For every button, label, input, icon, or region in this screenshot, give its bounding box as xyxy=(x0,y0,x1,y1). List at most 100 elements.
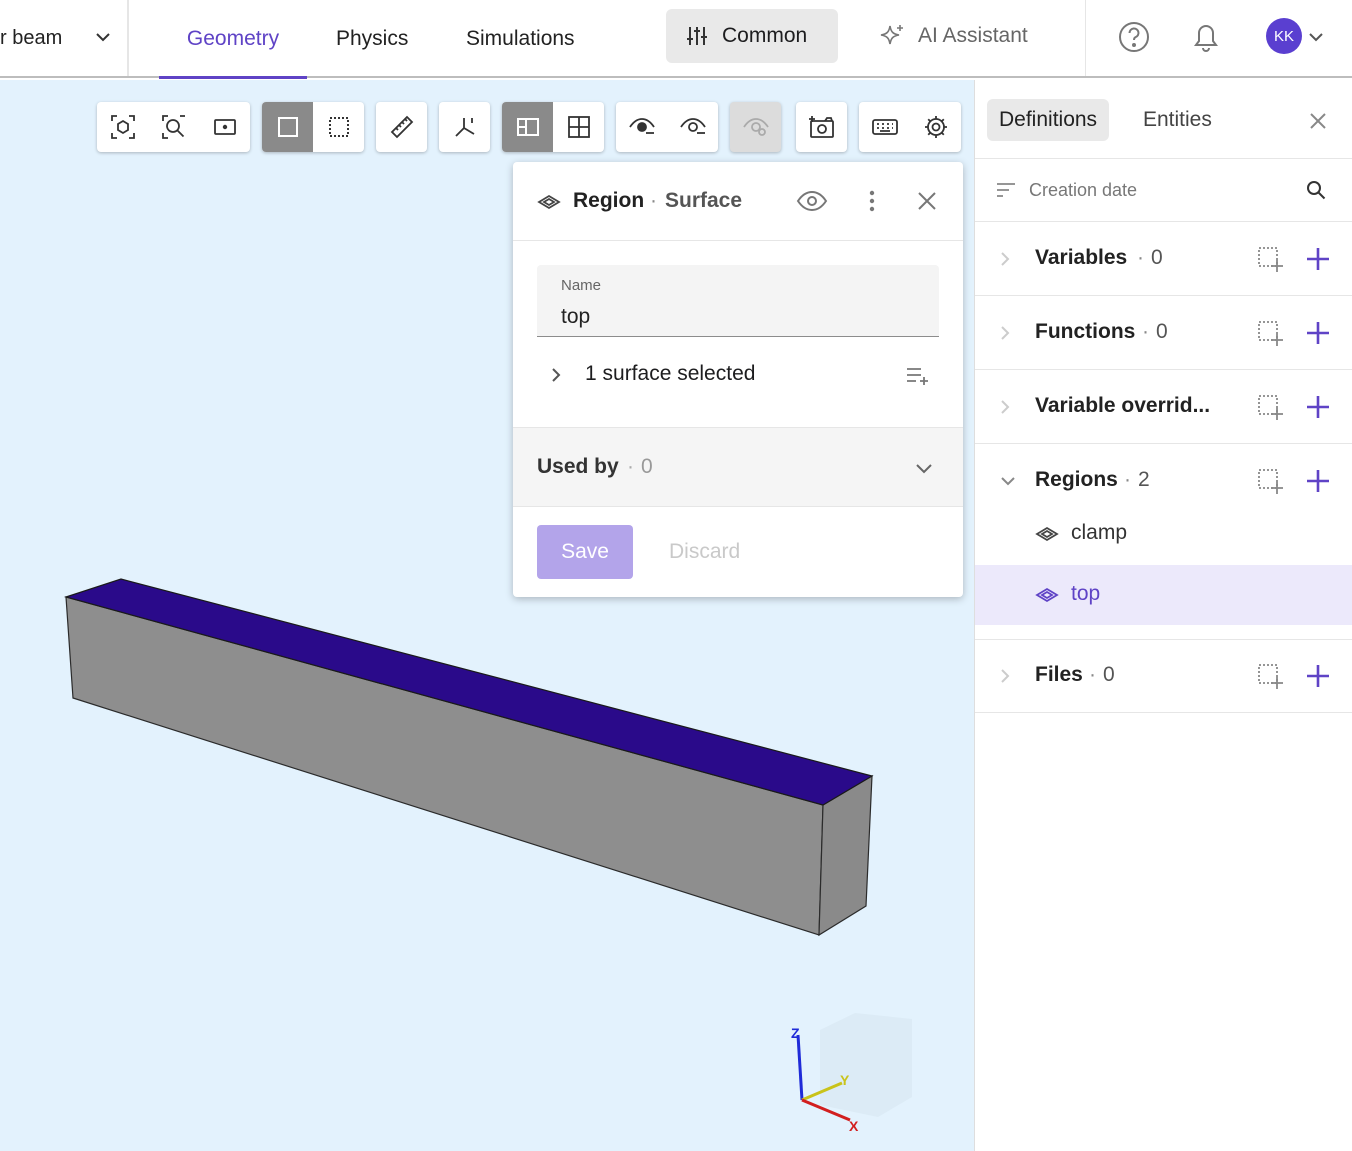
chevron-down-icon xyxy=(916,464,932,474)
box-select-button[interactable] xyxy=(262,102,313,152)
discard-button[interactable]: Discard xyxy=(669,540,740,564)
box-deselect-button[interactable] xyxy=(313,102,364,152)
tab-definitions[interactable]: Definitions xyxy=(987,99,1110,141)
axis-gizmo[interactable]: Z Y X xyxy=(780,1005,920,1135)
section-regions: Regions · 2 clamp top xyxy=(975,444,1352,640)
add-icon[interactable] xyxy=(1305,468,1331,494)
project-name: r beam xyxy=(0,26,63,49)
visibility-tools xyxy=(616,102,718,152)
tab-geometry[interactable]: Geometry xyxy=(159,0,307,79)
add-to-list-icon[interactable] xyxy=(905,365,931,387)
region-icon xyxy=(1035,526,1059,542)
save-button[interactable]: Save xyxy=(537,525,633,579)
select-from-model-icon[interactable] xyxy=(1257,320,1285,348)
select-from-model-icon[interactable] xyxy=(1257,246,1285,274)
region-card-title: Region xyxy=(573,189,645,212)
select-from-model-icon[interactable] xyxy=(1257,468,1285,496)
focus-button[interactable] xyxy=(199,102,250,152)
close-icon[interactable] xyxy=(916,190,938,212)
settings-button[interactable] xyxy=(910,102,961,152)
box-deselect-icon xyxy=(328,117,349,137)
eye-icon[interactable] xyxy=(796,189,828,213)
region-card-subtitle: Surface xyxy=(665,189,743,212)
show-icon xyxy=(679,118,706,134)
region-icon xyxy=(1035,587,1059,603)
search-icon[interactable] xyxy=(1305,179,1327,201)
visibility-off-button[interactable] xyxy=(730,102,781,152)
select-from-model-icon[interactable] xyxy=(1257,663,1285,691)
add-icon[interactable] xyxy=(1305,663,1331,689)
axes-icon xyxy=(454,118,474,137)
chevron-down-icon[interactable] xyxy=(999,474,1017,488)
region-item-top[interactable]: top xyxy=(975,565,1352,625)
ai-assistant-button[interactable]: AI Assistant xyxy=(878,9,1028,63)
bell-icon[interactable] xyxy=(1190,20,1222,54)
name-field-value[interactable]: top xyxy=(561,305,590,329)
close-icon[interactable] xyxy=(1308,111,1328,131)
keyboard-button[interactable] xyxy=(859,102,910,152)
select-tools xyxy=(262,102,364,152)
z-axis-label: Z xyxy=(791,1025,800,1041)
surface-mode-button[interactable] xyxy=(502,102,553,152)
ruler-button[interactable] xyxy=(376,102,427,152)
name-field[interactable]: Name top xyxy=(537,265,939,337)
more-vertical-icon[interactable] xyxy=(868,189,876,213)
section-variables[interactable]: Variables · 0 xyxy=(975,222,1352,296)
help-icon[interactable] xyxy=(1117,20,1151,54)
tab-simulations[interactable]: Simulations xyxy=(466,0,575,78)
region-item-clamp[interactable]: clamp xyxy=(975,504,1352,564)
used-by-section[interactable]: Used by · 0 xyxy=(513,427,963,507)
add-icon[interactable] xyxy=(1305,394,1331,420)
grid-mode-button[interactable] xyxy=(553,102,604,152)
name-field-label: Name xyxy=(561,277,602,294)
region-editor-card: Region · Surface Name top 1 surface sele… xyxy=(513,162,963,597)
surface-selection-row[interactable]: 1 surface selected xyxy=(537,358,939,394)
z-axis xyxy=(796,1034,804,1101)
region-card-header: Region · Surface xyxy=(513,162,963,241)
measure-tools xyxy=(376,102,427,152)
show-button[interactable] xyxy=(667,102,718,152)
save-label: Save xyxy=(561,540,609,563)
sort-bar[interactable]: Creation date xyxy=(975,158,1352,222)
separator: · xyxy=(1142,320,1149,343)
surface-selection-text: 1 surface selected xyxy=(585,362,756,385)
section-functions[interactable]: Functions · 0 xyxy=(975,296,1352,370)
screenshot-button[interactable] xyxy=(796,102,847,152)
project-selector[interactable]: r beam xyxy=(0,0,128,76)
screenshot-icon xyxy=(808,116,834,138)
definitions-panel: Definitions Entities Creation date Varia… xyxy=(974,80,1352,1151)
divider xyxy=(1085,0,1086,76)
zoom-fit-icon xyxy=(161,115,185,139)
ruler-icon xyxy=(390,115,413,139)
settings-tools xyxy=(859,102,961,152)
grid-mode-icon xyxy=(567,116,590,138)
region-item-label: top xyxy=(1071,582,1101,605)
section-regions-label[interactable]: Regions xyxy=(1035,468,1118,492)
fit-selection-button[interactable] xyxy=(97,102,148,152)
axes-button[interactable] xyxy=(439,102,490,152)
screenshot-tools xyxy=(796,102,847,152)
section-files[interactable]: Files · 0 xyxy=(975,639,1352,713)
top-bar: r beam Geometry Physics Simulations Comm… xyxy=(0,0,1352,79)
gizmo-cube xyxy=(820,1013,912,1117)
section-functions-label: Functions xyxy=(1035,320,1136,343)
y-axis-label: Y xyxy=(840,1072,850,1088)
box-select-icon xyxy=(277,117,298,137)
avatar[interactable]: KK xyxy=(1266,18,1302,54)
select-from-model-icon[interactable] xyxy=(1257,394,1285,422)
common-button[interactable]: Common xyxy=(666,9,838,63)
chevron-down-icon[interactable] xyxy=(1307,28,1325,46)
tab-entities[interactable]: Entities xyxy=(1143,99,1212,141)
section-variables-count: 0 xyxy=(1151,246,1163,269)
section-variable-overrides[interactable]: Variable overrid... xyxy=(975,370,1352,444)
section-files-count: 0 xyxy=(1103,663,1115,686)
add-icon[interactable] xyxy=(1305,320,1331,346)
hide-button[interactable] xyxy=(616,102,667,152)
section-regions-count: 2 xyxy=(1138,468,1150,491)
settings-icon xyxy=(924,116,947,138)
sort-icon xyxy=(997,183,1015,197)
tab-physics[interactable]: Physics xyxy=(336,0,408,78)
add-icon[interactable] xyxy=(1305,246,1331,272)
sliders-icon xyxy=(687,27,707,45)
zoom-fit-button[interactable] xyxy=(148,102,199,152)
